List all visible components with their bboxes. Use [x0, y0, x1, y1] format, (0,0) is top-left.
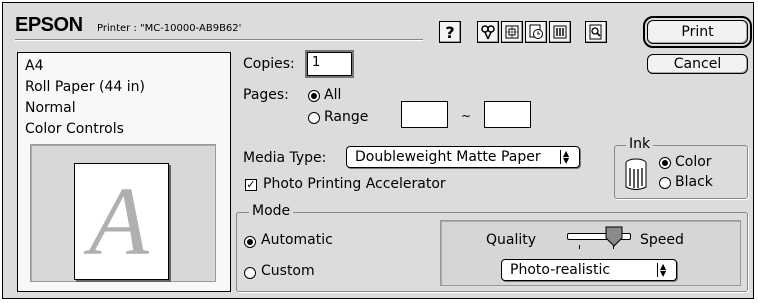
custom-settings-icon [553, 25, 567, 39]
cancel-button[interactable]: Cancel [647, 54, 748, 74]
layout-button[interactable] [501, 21, 523, 43]
mode-automatic-radio[interactable] [244, 236, 256, 248]
header-divider [15, 39, 423, 41]
background-printing-button[interactable] [525, 21, 547, 43]
quality-label: Quality [486, 232, 537, 248]
layout-icon [505, 25, 519, 39]
summary-orientation: Normal [25, 100, 76, 116]
slider-tick [613, 245, 614, 249]
speed-label: Speed [640, 232, 684, 248]
ink-cartridge-icon [625, 158, 647, 190]
summary-color-mode: Color Controls [25, 121, 124, 137]
range-separator: ~ [461, 109, 472, 123]
media-type-select[interactable]: Doubleweight Matte Paper ▲ ▼ [346, 146, 580, 168]
automatic-settings-box: Quality Speed Photo-realistic ▲ ▼ [440, 220, 741, 286]
preview-icon [589, 24, 602, 40]
mode-group-label: Mode [249, 203, 294, 219]
settings-summary-panel: A4 Roll Paper (44 in) Normal Color Contr… [17, 52, 231, 292]
popup-arrows-icon: ▲ ▼ [560, 150, 575, 165]
print-button[interactable]: Print [643, 16, 752, 48]
quality-preset-select[interactable]: Photo-realistic ▲ ▼ [501, 259, 677, 281]
pages-label: Pages: [243, 87, 289, 103]
accelerator-checkbox[interactable]: ✓ [245, 179, 257, 191]
printer-name: Printer : "MC-10000-AB9B62' [97, 23, 242, 34]
ink-group-label: Ink [626, 136, 654, 152]
pages-all-radio[interactable] [308, 90, 320, 102]
background-printing-icon [529, 24, 543, 39]
epson-logo: EPSON [15, 14, 83, 36]
pages-all-label: All [324, 87, 342, 103]
help-icon: ? [445, 22, 455, 42]
ink-black-radio[interactable] [659, 177, 671, 189]
media-type-value: Doubleweight Matte Paper [355, 149, 541, 165]
popup-arrows-icon: ▲ ▼ [657, 263, 672, 278]
help-button[interactable]: ? [439, 21, 461, 43]
tools-button[interactable] [477, 21, 499, 43]
preview-button[interactable] [585, 21, 607, 43]
quality-preset-value: Photo-realistic [510, 262, 611, 278]
custom-settings-button[interactable] [549, 21, 571, 43]
pages-range-label: Range [324, 109, 369, 125]
range-from-input[interactable] [401, 101, 448, 128]
copies-input[interactable]: 1 [307, 52, 352, 76]
ink-color-radio[interactable] [659, 157, 671, 169]
ink-color-label: Color [675, 154, 712, 170]
accelerator-label: Photo Printing Accelerator [263, 176, 446, 192]
preview-letter: A [89, 168, 149, 276]
summary-paper-source: Roll Paper (44 in) [25, 79, 145, 95]
mode-automatic-label: Automatic [261, 232, 333, 248]
summary-paper-size: A4 [25, 58, 44, 74]
mode-custom-label: Custom [261, 263, 315, 279]
page-preview: A [30, 144, 216, 282]
range-to-input[interactable] [484, 101, 531, 128]
preview-page: A [74, 163, 169, 280]
copies-label: Copies: [243, 56, 295, 72]
tools-icon [481, 25, 495, 40]
print-dialog: EPSON Printer : "MC-10000-AB9B62' ? Prin… [2, 2, 754, 299]
mode-custom-radio[interactable] [244, 267, 256, 279]
media-type-label: Media Type: [243, 150, 327, 166]
ink-black-label: Black [675, 174, 713, 190]
slider-tick [579, 245, 580, 249]
pages-range-radio[interactable] [308, 112, 320, 124]
quality-speed-slider-thumb[interactable] [604, 226, 624, 248]
